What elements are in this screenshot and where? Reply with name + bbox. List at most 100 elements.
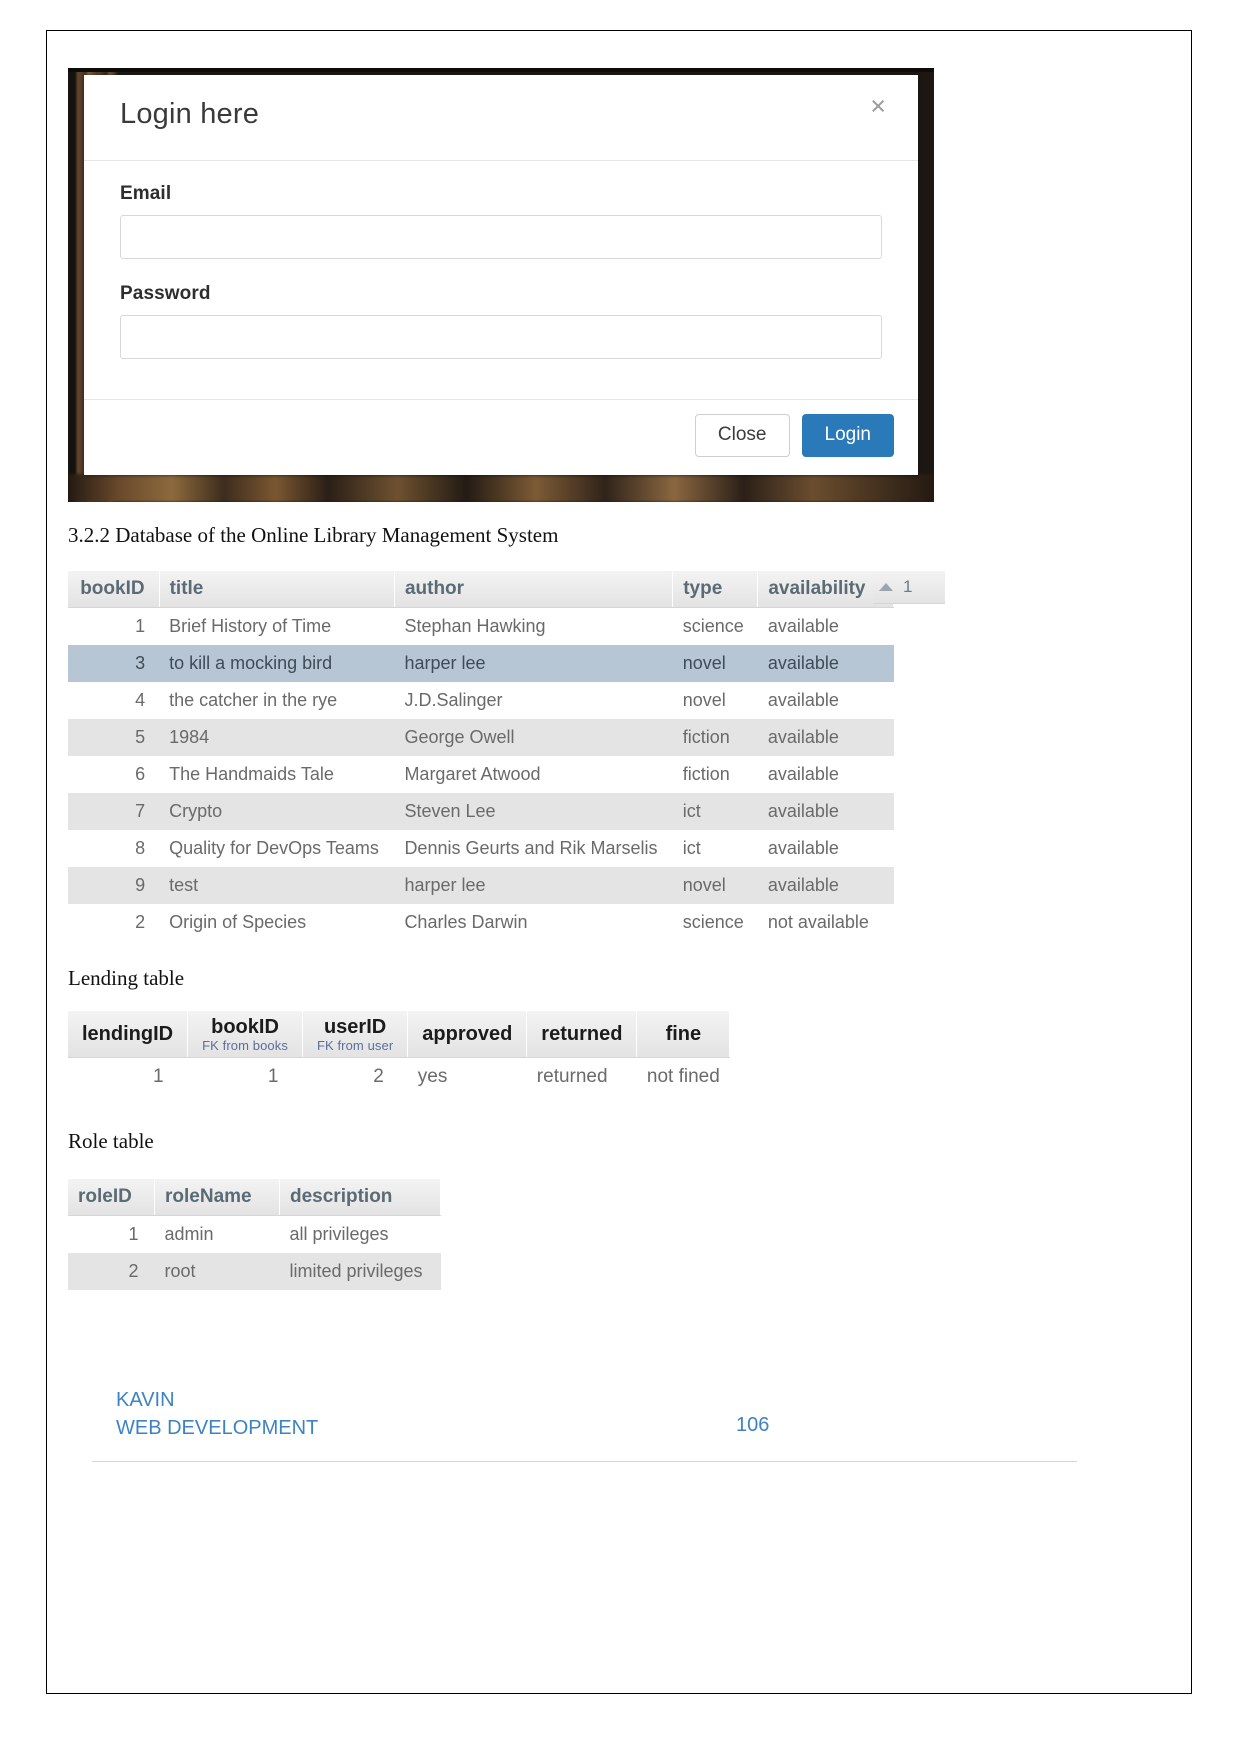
cell-rolename: admin [164,1224,214,1244]
table-row[interactable]: 4 the catcher in the rye J.D.Salinger novel… [68,682,894,719]
books-sort-indicator[interactable]: 1 [873,571,945,604]
cell-title: to kill a mocking bird [159,645,395,682]
cell-availability: available [767,616,839,636]
cell-approved: yes [417,1066,448,1087]
cell-type: ict [672,793,758,830]
cell-title: The Handmaids Tale [169,764,334,784]
table-row[interactable]: 7 Crypto Steven Lee ict available [68,793,894,830]
table-row[interactable]: 9 test harper lee novel available [68,867,894,904]
field-spacer [120,259,882,283]
lending-table-caption: Lending table [68,966,185,990]
cell-author: George Owell [394,719,673,756]
footer-divider [92,1461,1077,1462]
footer-author: KAVIN [116,1389,175,1411]
login-dialog: Login here × Email Password Close Login [84,75,918,475]
cell-type: novel [672,645,758,682]
lending-col-lendingid[interactable]: lendingID [68,1011,189,1058]
login-button[interactable]: Login [801,414,894,457]
cell-bookid: 3 [68,645,160,682]
cell-bookid: 5 [68,719,160,756]
email-label: Email [120,183,172,204]
lending-table-body: 1 1 2 yes returned not fined [68,1058,730,1097]
books-col-author[interactable]: author [394,571,674,608]
foreign-key-note: FK from books [202,1038,288,1053]
page-content: Login here × Email Password Close Login [47,31,1191,1693]
cell-bookid: 1 [135,616,146,636]
table-row[interactable]: 6 The Handmaids Tale Margaret Atwood fictio… [68,756,894,793]
cell-title: Crypto [159,793,395,830]
lending-col-returned[interactable]: returned [526,1011,638,1058]
dialog-button-group: Close Login [694,414,894,457]
email-field[interactable] [120,215,882,259]
sort-order-number: 1 [903,577,913,596]
cell-lendingid: 1 [153,1066,164,1087]
cell-title: Quality for DevOps Teams [169,838,379,858]
cell-title: Brief History of Time [169,616,332,636]
cell-author: Dennis Geurts and Rik Marselis [404,838,658,858]
cell-fine: not fined [646,1066,720,1087]
cell-type: fiction [682,764,730,784]
lending-col-approved[interactable]: approved [407,1011,528,1058]
table-row[interactable]: 1 Brief History of Time Stephan Hawking sci… [68,608,894,646]
cell-description: limited privileges [279,1253,441,1290]
cell-type: fiction [672,719,758,756]
login-dialog-body: Email Password [84,161,918,399]
cell-title: test [159,867,395,904]
cell-bookid: 1 [267,1066,279,1087]
login-dialog-header: Login here × [84,75,918,161]
role-col-roleid[interactable]: roleID [68,1179,155,1216]
cell-author: J.D.Salinger [404,690,503,710]
lending-col-fine[interactable]: fine [636,1011,731,1058]
books-col-bookid[interactable]: bookID [68,571,160,608]
cell-roleid: 1 [128,1224,139,1244]
books-header-row: bookID title author type availability [68,571,894,608]
cell-author: harper lee [394,645,673,682]
table-row[interactable]: 1 1 2 yes returned not fined [68,1058,730,1097]
cell-bookid: 2 [135,912,146,932]
close-icon[interactable]: × [870,93,886,120]
role-col-description[interactable]: description [279,1179,441,1216]
screenshot-background-shelf [68,474,934,502]
cell-rolename: root [154,1253,280,1290]
cell-description: all privileges [289,1224,389,1244]
column-label: bookID [211,1016,279,1038]
cell-availability: available [757,645,894,682]
books-table-head: bookID title author type availability [68,571,894,608]
lending-table-head: lendingID bookID FK from books userID FK fro… [68,1011,731,1058]
role-table-head: roleID roleName description [68,1179,441,1216]
cell-availability: available [767,764,839,784]
cell-author: Charles Darwin [404,912,528,932]
table-row[interactable]: 2 root limited privileges [68,1253,441,1290]
role-col-rolename[interactable]: roleName [154,1179,280,1216]
sort-ascending-icon [879,583,893,591]
footer-identity: KAVIN WEB DEVELOPMENT [116,1386,318,1442]
role-header-row: roleID roleName description [68,1179,441,1216]
books-col-type[interactable]: type [672,571,759,608]
login-screenshot: Login here × Email Password Close Login [68,68,934,502]
cell-author: harper lee [394,867,673,904]
cell-type: science [682,616,744,636]
column-label: approved [422,1023,513,1045]
lending-table: lendingID bookID FK from books userID FK fro… [68,1011,731,1097]
close-button[interactable]: Close [694,414,790,457]
column-label: userID [323,1016,387,1038]
column-label: lendingID [82,1023,174,1045]
cell-availability: available [767,690,839,710]
cell-userid: 2 [373,1066,384,1087]
table-row[interactable]: 8 Quality for DevOps Teams Dennis Geurts a… [68,830,894,867]
password-field[interactable] [120,315,882,359]
cell-title: Origin of Species [169,912,307,932]
cell-bookid: 4 [135,690,146,710]
login-dialog-title: Login here [120,98,260,130]
books-table: bookID title author type availability 1 B… [68,571,894,941]
table-row[interactable]: 5 1984 George Owell fiction available [68,719,894,756]
lending-col-userid[interactable]: userID FK from user [302,1011,409,1058]
books-col-title[interactable]: title [159,571,395,608]
lending-col-bookid[interactable]: bookID FK from books [187,1011,303,1058]
footer-subject: WEB DEVELOPMENT [116,1417,319,1439]
cell-type: ict [682,838,701,858]
table-row[interactable]: 2 Origin of Species Charles Darwin science n… [68,904,894,941]
cell-title: 1984 [159,719,395,756]
table-row[interactable]: 3 to kill a mocking bird harper lee novel av… [68,645,894,682]
table-row[interactable]: 1 admin all privileges [68,1216,441,1254]
